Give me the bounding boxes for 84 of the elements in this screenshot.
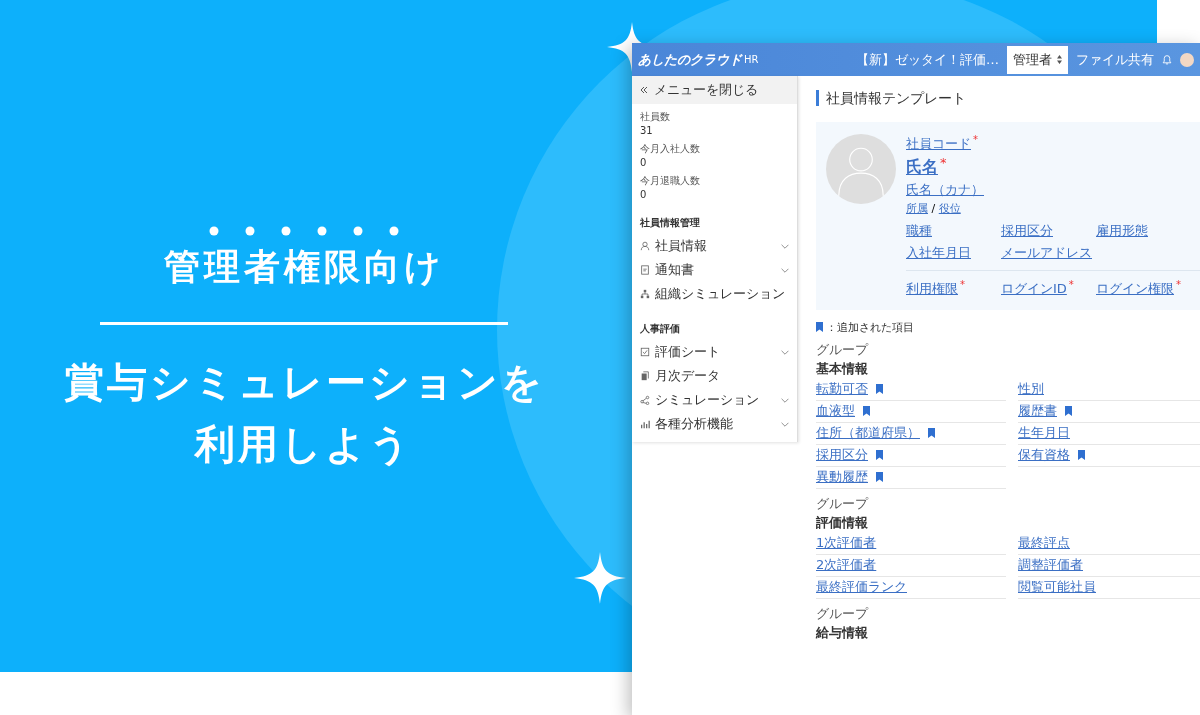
field-link[interactable]: 履歴書	[1018, 402, 1057, 421]
bell-icon[interactable]	[1162, 54, 1172, 65]
checkbox-icon	[640, 347, 650, 357]
double-chevron-icon	[640, 86, 648, 94]
stat-value: 0	[640, 157, 648, 168]
field-link[interactable]: 採用区分	[1001, 222, 1053, 238]
menu-item[interactable]: 月次データ	[655, 367, 789, 385]
field-link[interactable]: メールアドレス	[1001, 244, 1092, 260]
field-link[interactable]: 異動履歴	[816, 468, 868, 487]
person-icon	[640, 241, 650, 251]
file-share-link[interactable]: ファイル共有	[1076, 50, 1154, 69]
field-link[interactable]: 氏名（カナ）	[906, 181, 984, 197]
banner-subtitle: 管理者権限向け	[163, 245, 445, 289]
copy-icon	[640, 371, 650, 381]
chevron-icon[interactable]	[781, 421, 789, 427]
sparkle-icon	[574, 552, 626, 604]
field-link[interactable]: 2次評価者	[816, 556, 877, 575]
banner-title: 賞与シミュレーションを 利用しよう	[63, 358, 545, 469]
notice-link[interactable]: 【新】ゼッタイ！評価…	[856, 50, 999, 69]
field-link[interactable]: 生年月日	[1018, 424, 1070, 443]
field-link[interactable]: 1次評価者	[816, 534, 877, 553]
section-heading: 社員情報管理	[639, 216, 701, 230]
field-link[interactable]: 雇用形態	[1096, 222, 1148, 238]
stat-label: 今月入社人数	[640, 142, 701, 156]
field-link[interactable]: 入社年月日	[906, 244, 971, 260]
nodes-icon	[640, 395, 650, 405]
chevron-icon[interactable]	[781, 349, 789, 355]
field-link[interactable]: 採用区分	[816, 446, 868, 465]
group-title: 給与情報	[816, 624, 869, 642]
menu-item[interactable]: 社員情報	[655, 237, 776, 255]
field-link[interactable]: 調整評価者	[1018, 556, 1083, 575]
required-mark: *	[973, 134, 978, 145]
app-logo[interactable]: あしたのクラウド	[638, 50, 742, 69]
stat-label: 社員数	[640, 110, 671, 124]
logo-suffix: HR	[744, 54, 759, 65]
legend-text: ：追加された項目	[826, 320, 914, 335]
chevron-icon[interactable]	[781, 397, 789, 403]
field-link[interactable]: ログイン権限	[1096, 281, 1174, 296]
field-link[interactable]: 社員コード	[906, 136, 971, 152]
group-caption: グループ	[816, 495, 870, 513]
close-menu-button[interactable]: メニューを閉じる	[632, 76, 797, 104]
role-select[interactable]: 管理者	[1007, 45, 1068, 74]
required-mark: *	[940, 155, 947, 171]
sort-arrows-icon	[1057, 55, 1062, 64]
name-link[interactable]: 氏名	[906, 157, 938, 177]
group-caption: グループ	[816, 605, 870, 623]
field-link[interactable]: ログインID	[1001, 281, 1067, 296]
required-mark: *	[1068, 278, 1074, 290]
section-heading: 人事評価	[639, 322, 681, 336]
field-link[interactable]: 最終評点	[1018, 534, 1070, 553]
avatar-placeholder-icon	[826, 134, 896, 204]
field-link[interactable]: 住所（都道府県）	[816, 424, 920, 443]
separator: /	[931, 201, 936, 215]
required-mark: *	[960, 278, 965, 290]
field-link[interactable]: 閲覧可能社員	[1018, 578, 1096, 597]
field-link[interactable]: 職種	[906, 222, 932, 238]
bar-chart-icon	[640, 419, 650, 429]
field-link[interactable]: 転勤可否	[816, 380, 868, 399]
page-title: 社員情報テンプレート	[816, 90, 1200, 106]
group-caption: グループ	[816, 341, 870, 359]
field-link[interactable]: 役位	[938, 201, 961, 215]
bookmark-icon	[816, 322, 823, 333]
stat-value: 31	[640, 125, 654, 136]
org-chart-icon	[640, 289, 650, 299]
stat-label: 今月退職人数	[640, 174, 701, 188]
field-link[interactable]: 最終評価ランク	[816, 578, 907, 597]
menu-item[interactable]: 組織シミュレーション	[655, 285, 789, 303]
menu-item[interactable]: 通知書	[655, 261, 776, 279]
field-link[interactable]: 所属	[906, 201, 928, 215]
required-mark: *	[1176, 278, 1181, 290]
menu-item[interactable]: 各種分析機能	[655, 415, 776, 433]
field-link[interactable]: 性別	[1018, 380, 1044, 399]
document-icon	[640, 265, 650, 275]
chevron-icon[interactable]	[781, 267, 789, 273]
group-title: 基本情報	[816, 360, 869, 378]
field-link[interactable]: 利用権限	[906, 281, 958, 296]
field-link[interactable]: 血液型	[816, 402, 855, 421]
chevron-icon[interactable]	[781, 243, 789, 249]
menu-item[interactable]: シミュレーション	[655, 391, 776, 409]
group-title: 評価情報	[816, 514, 869, 532]
avatar-icon[interactable]	[1180, 52, 1194, 67]
field-link[interactable]: 保有資格	[1018, 446, 1070, 465]
menu-item[interactable]: 評価シート	[655, 343, 776, 361]
stat-value: 0	[640, 189, 648, 200]
